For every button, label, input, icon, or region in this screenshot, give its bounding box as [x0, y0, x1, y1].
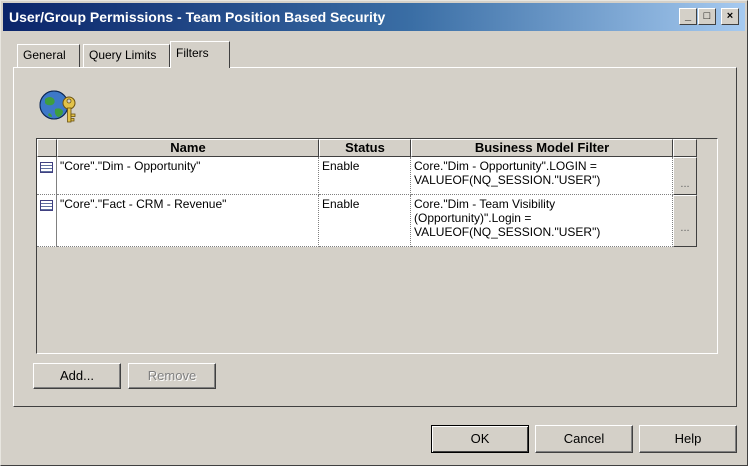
add-button[interactable]: Add...: [33, 363, 121, 389]
remove-button[interactable]: Remove: [128, 363, 216, 389]
table-icon: [40, 162, 53, 173]
filter-line: VALUEOF(NQ_SESSION."USER"): [414, 173, 601, 187]
globe-key-icon: [39, 90, 76, 123]
row-filter-cell[interactable]: Core."Dim - Team Visibility (Opportunity…: [411, 195, 673, 247]
table-row[interactable]: [37, 195, 57, 247]
permissions-dialog: User/Group Permissions - Team Position B…: [0, 0, 748, 466]
column-header-name[interactable]: Name: [57, 139, 319, 157]
tab-filters[interactable]: Filters: [170, 41, 230, 68]
grid-corner-header: [37, 139, 57, 157]
filter-line: VALUEOF(NQ_SESSION."USER"): [414, 225, 601, 239]
edit-filter-button[interactable]: ...: [673, 157, 697, 195]
row-filter-cell[interactable]: Core."Dim - Opportunity".LOGIN = VALUEOF…: [411, 157, 673, 195]
close-button[interactable]: ×: [721, 8, 739, 25]
row-name-cell[interactable]: "Core"."Dim - Opportunity": [57, 157, 319, 195]
column-header-business-model-filter[interactable]: Business Model Filter: [411, 139, 673, 157]
help-button[interactable]: Help: [639, 425, 737, 453]
table-icon: [40, 200, 53, 211]
row-status-cell[interactable]: Enable: [319, 157, 411, 195]
ok-button[interactable]: OK: [431, 425, 529, 453]
minimize-button[interactable]: _: [679, 8, 697, 25]
maximize-button[interactable]: □: [698, 8, 716, 25]
edit-filter-button[interactable]: ...: [673, 195, 697, 247]
column-header-status[interactable]: Status: [319, 139, 411, 157]
cancel-button[interactable]: Cancel: [535, 425, 633, 453]
tab-general[interactable]: General: [17, 44, 80, 67]
title-bar[interactable]: User/Group Permissions - Team Position B…: [3, 3, 745, 31]
filter-line: Core."Dim - Opportunity".LOGIN =: [414, 159, 597, 173]
row-name-cell[interactable]: "Core"."Fact - CRM - Revenue": [57, 195, 319, 247]
column-header-edit: [673, 139, 697, 157]
table-row[interactable]: [37, 157, 57, 195]
window-title: User/Group Permissions - Team Position B…: [9, 9, 386, 25]
filter-line: Core."Dim - Team Visibility: [414, 197, 556, 211]
tab-query-limits[interactable]: Query Limits: [83, 44, 170, 67]
filter-line: (Opportunity)".Login =: [414, 211, 532, 225]
row-status-cell[interactable]: Enable: [319, 195, 411, 247]
filters-grid[interactable]: Name Status Business Model Filter "Core"…: [36, 138, 718, 354]
